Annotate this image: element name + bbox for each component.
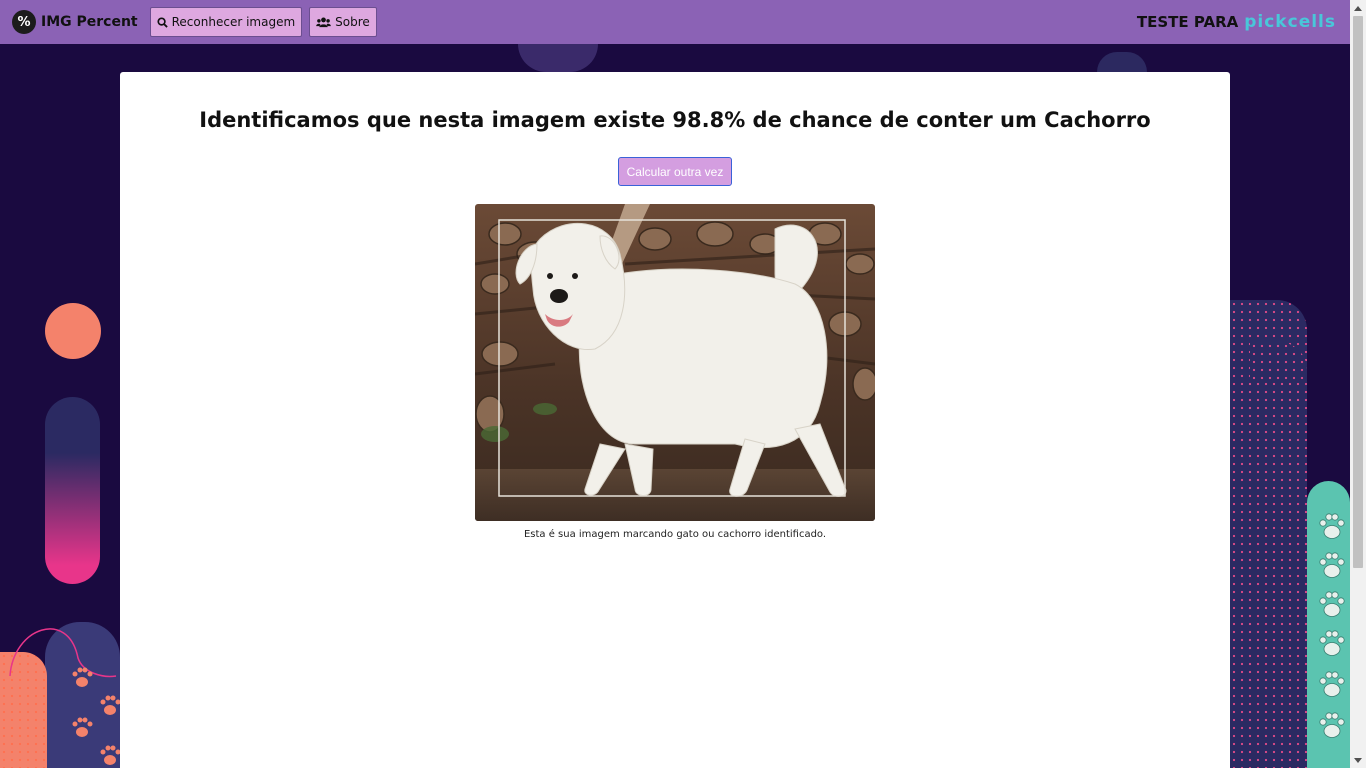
scroll-down-arrow-icon[interactable] — [1350, 752, 1366, 768]
scroll-thumb[interactable] — [1353, 16, 1363, 568]
decor-left-paws — [72, 667, 120, 765]
result-card: Identificamos que nesta imagem existe 98… — [120, 72, 1230, 768]
pickcells-logo[interactable]: pickcells — [1244, 12, 1336, 32]
recalculate-button[interactable]: Calcular outra vez — [618, 157, 732, 186]
result-heading: Identificamos que nesta imagem existe 98… — [199, 108, 1151, 132]
result-image — [475, 204, 875, 521]
decor-top-semicircle — [518, 44, 598, 72]
percent-badge-icon: % — [12, 10, 36, 34]
scroll-up-arrow-icon[interactable] — [1350, 0, 1366, 16]
about-label: Sobre — [335, 15, 370, 29]
decor-right-paws — [1319, 513, 1345, 738]
about-button[interactable]: Sobre — [309, 7, 377, 37]
decor-salmon-circle — [45, 303, 101, 359]
recognize-image-label: Reconhecer imagem — [171, 15, 296, 29]
brand-name: IMG Percent — [41, 14, 138, 30]
brand-link[interactable]: % IMG Percent — [12, 0, 138, 44]
decor-top-right-bump — [1097, 52, 1147, 72]
test-for-label: TESTE PARA — [1136, 13, 1239, 31]
users-icon — [316, 17, 331, 27]
dog-photo — [475, 204, 875, 521]
decor-gradient-pill — [45, 397, 100, 584]
result-caption: Esta é sua imagem marcando gato ou cacho… — [523, 529, 827, 540]
search-icon — [157, 16, 168, 28]
recognize-image-button[interactable]: Reconhecer imagem — [149, 7, 303, 37]
test-for-banner: TESTE PARA pickcells — [1137, 0, 1336, 44]
page-scrollbar[interactable] — [1350, 0, 1366, 768]
top-navbar: % IMG Percent Reconhecer imagem Sobre TE… — [0, 0, 1350, 44]
